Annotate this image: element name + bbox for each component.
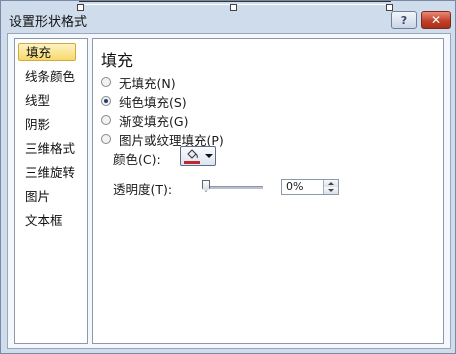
sidebar-item-line-style[interactable]: 线型 — [21, 92, 54, 110]
radio-button[interactable] — [101, 115, 111, 125]
radio-label: 渐变填充(G) — [119, 113, 189, 129]
sidebar-item-text-box[interactable]: 文本框 — [21, 212, 67, 230]
dialog-content: 填充 线条颜色 线型 阴影 三维格式 三维旋转 图片 文本框 填充 无填充(N)… — [7, 33, 451, 349]
radio-label: 无填充(N) — [119, 75, 176, 91]
sidebar-item-line-color[interactable]: 线条颜色 — [21, 68, 79, 86]
panel-title: 填充 — [101, 51, 134, 70]
radio-label: 纯色填充(S) — [119, 94, 187, 110]
chevron-down-icon — [205, 154, 213, 158]
sidebar-item-shadow[interactable]: 阴影 — [21, 116, 54, 134]
dialog-title: 设置形状格式 — [9, 15, 88, 30]
transparency-slider-thumb[interactable] — [202, 180, 210, 192]
transparency-spinner[interactable] — [323, 180, 338, 194]
fill-panel: 填充 无填充(N) 纯色填充(S) 渐变填充(G) 图片或纹理填充(P) 颜色(… — [92, 38, 444, 344]
radio-solid-fill[interactable]: 纯色填充(S) — [101, 93, 187, 110]
color-swatch — [184, 161, 200, 164]
help-icon: ? — [400, 13, 408, 27]
radio-no-fill[interactable]: 无填充(N) — [101, 74, 176, 91]
category-sidebar: 填充 线条颜色 线型 阴影 三维格式 三维旋转 图片 文本框 — [14, 38, 88, 344]
radio-button-selected[interactable] — [101, 96, 111, 106]
sidebar-item-3d-format[interactable]: 三维格式 — [21, 140, 79, 158]
format-shape-dialog: 设置形状格式 ? ✕ 填充 线条颜色 线型 阴影 三维格式 三维旋转 图片 文本… — [0, 0, 456, 354]
close-button[interactable]: ✕ — [421, 11, 451, 29]
sidebar-item-3d-rotation[interactable]: 三维旋转 — [21, 164, 79, 182]
title-bar: 设置形状格式 ? ✕ — [1, 5, 456, 31]
paint-bucket-icon — [187, 149, 198, 159]
color-label: 颜色(C): — [113, 152, 161, 167]
transparency-label: 透明度(T): — [113, 182, 173, 197]
spin-down-icon — [328, 189, 334, 192]
radio-picture-fill[interactable]: 图片或纹理填充(P) — [101, 131, 224, 148]
transparency-slider-track[interactable] — [203, 186, 263, 189]
radio-button[interactable] — [101, 77, 111, 87]
fill-color-dropdown[interactable] — [180, 146, 216, 166]
close-icon: ✕ — [430, 13, 442, 27]
sidebar-item-fill[interactable]: 填充 — [18, 43, 76, 61]
radio-button[interactable] — [101, 134, 111, 144]
spin-up-icon — [328, 182, 334, 185]
help-button[interactable]: ? — [391, 11, 417, 29]
spin-down-button[interactable] — [323, 187, 338, 194]
radio-gradient-fill[interactable]: 渐变填充(G) — [101, 112, 189, 129]
spin-up-button[interactable] — [323, 180, 338, 187]
sidebar-item-picture[interactable]: 图片 — [21, 188, 54, 206]
